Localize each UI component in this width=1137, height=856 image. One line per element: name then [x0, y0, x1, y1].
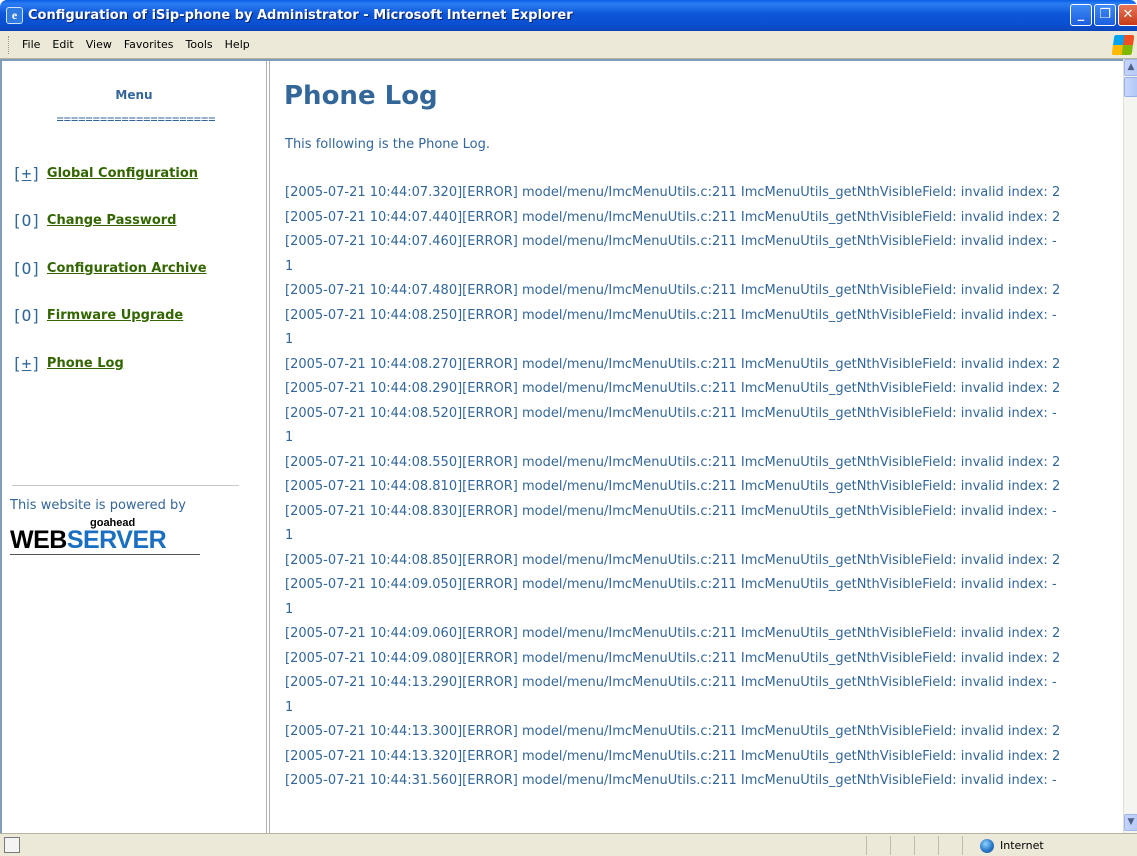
log-line: [2005-07-21 10:44:08.830][ERROR] model/m…: [285, 503, 1057, 519]
powered-by-text: This website is powered by: [10, 498, 186, 513]
expand-marker: [+]: [12, 353, 41, 373]
menu-favorites[interactable]: Favorites: [118, 38, 180, 51]
log-line: [2005-07-21 10:44:08.810][ERROR] model/m…: [285, 479, 1061, 494]
log-line: [2005-07-21 10:44:09.060][ERROR] model/m…: [285, 626, 1061, 641]
log-line: 1: [285, 430, 294, 445]
ie-page-icon: e: [6, 7, 23, 24]
log-line: [2005-07-21 10:44:07.480][ERROR] model/m…: [285, 283, 1061, 298]
globe-icon: [980, 838, 994, 853]
firmware-upgrade-link[interactable]: Firmware Upgrade: [47, 308, 183, 323]
logo-webserver-text: WEBSERVER: [10, 526, 167, 554]
log-line: [2005-07-21 10:44:31.560][ERROR] model/m…: [285, 773, 1057, 788]
log-line: [2005-07-21 10:44:13.320][ERROR] model/m…: [285, 748, 1061, 764]
page-status-icon: [4, 837, 20, 853]
sidebar-item-global-configuration[interactable]: [+] Global Configuration: [12, 161, 198, 185]
leaf-marker: [O]: [12, 258, 41, 278]
zone-label: Internet: [1000, 839, 1044, 852]
log-line: [2005-07-21 10:44:07.440][ERROR] model/m…: [285, 209, 1061, 225]
leaf-marker: [O]: [12, 210, 41, 230]
page-title: Phone Log: [284, 81, 438, 111]
log-line: [2005-07-21 10:44:08.550][ERROR] model/m…: [285, 454, 1061, 470]
status-panel: [938, 836, 962, 855]
status-panel: [890, 836, 914, 855]
windows-logo-icon: [1111, 35, 1135, 55]
leaf-marker: [O]: [12, 305, 41, 325]
sidebar: Menu ====================== [+] Global C…: [2, 61, 270, 833]
log-line: 1: [285, 601, 294, 617]
phone-log-link[interactable]: Phone Log: [47, 356, 124, 371]
window-title-bar[interactable]: e Configuration of iSip-phone by Adminis…: [0, 0, 1137, 31]
log-line: 1: [285, 528, 294, 543]
log-line: [2005-07-21 10:44:07.320][ERROR] model/m…: [285, 185, 1061, 200]
window-controls: _ ❐ ✕: [1070, 4, 1137, 26]
menu-help[interactable]: Help: [219, 38, 256, 51]
log-line: [2005-07-21 10:44:08.850][ERROR] model/m…: [285, 552, 1061, 568]
sidebar-item-configuration-archive[interactable]: [O] Configuration Archive: [12, 256, 207, 280]
sidebar-item-change-password[interactable]: [O] Change Password: [12, 208, 176, 232]
menu-edit[interactable]: Edit: [46, 38, 79, 51]
sidebar-item-firmware-upgrade[interactable]: [O] Firmware Upgrade: [12, 303, 183, 327]
goahead-webserver-logo[interactable]: goahead WEBSERVER: [10, 517, 204, 555]
intro-text: This following is the Phone Log.: [285, 137, 491, 152]
scrollbar-thumb[interactable]: [1124, 77, 1137, 97]
log-line: 1: [285, 332, 294, 347]
vertical-scrollbar[interactable]: ▲ ▼: [1123, 59, 1137, 833]
log-line: [2005-07-21 10:44:08.290][ERROR] model/m…: [285, 381, 1061, 396]
log-line: [2005-07-21 10:44:08.250][ERROR] model/m…: [285, 307, 1057, 323]
phone-log-list: [2005-07-21 10:44:07.320][ERROR] model/m…: [285, 181, 1125, 794]
close-button[interactable]: ✕: [1118, 4, 1137, 26]
menu-view[interactable]: View: [80, 38, 118, 51]
log-line: [2005-07-21 10:44:13.290][ERROR] model/m…: [285, 675, 1057, 690]
sidebar-item-phone-log[interactable]: [+] Phone Log: [12, 351, 124, 375]
log-line: [2005-07-21 10:44:08.520][ERROR] model/m…: [285, 405, 1057, 421]
scroll-down-arrow-icon[interactable]: ▼: [1124, 814, 1137, 831]
security-zone: Internet: [980, 836, 1044, 855]
sidebar-divider: [12, 485, 239, 486]
log-line: [2005-07-21 10:44:13.300][ERROR] model/m…: [285, 724, 1061, 739]
logo-underline: [10, 554, 200, 555]
log-line: [2005-07-21 10:44:07.460][ERROR] model/m…: [285, 234, 1057, 249]
maximize-button[interactable]: ❐: [1094, 4, 1116, 26]
menu-file[interactable]: File: [16, 38, 46, 51]
log-line: [2005-07-21 10:44:09.050][ERROR] model/m…: [285, 577, 1057, 592]
menu-separator: ======================: [56, 112, 216, 126]
status-bar: Internet: [0, 833, 1137, 856]
window-title: Configuration of iSip-phone by Administr…: [28, 8, 573, 23]
log-line: 1: [285, 258, 294, 274]
log-line: [2005-07-21 10:44:09.080][ERROR] model/m…: [285, 650, 1061, 666]
configuration-archive-link[interactable]: Configuration Archive: [47, 261, 207, 276]
change-password-link[interactable]: Change Password: [47, 213, 177, 228]
browser-content: Menu ====================== [+] Global C…: [0, 59, 1137, 833]
expand-marker: [+]: [12, 163, 41, 183]
status-panel: [866, 836, 890, 855]
minimize-button[interactable]: _: [1070, 4, 1092, 26]
scroll-up-arrow-icon[interactable]: ▲: [1124, 59, 1137, 76]
global-configuration-link[interactable]: Global Configuration: [47, 166, 198, 181]
menu-bar: File Edit View Favorites Tools Help: [0, 31, 1137, 59]
toolbar-grip[interactable]: [8, 35, 11, 54]
menu-tools[interactable]: Tools: [180, 38, 219, 51]
menu-title: Menu: [115, 88, 153, 102]
main-content: Phone Log This following is the Phone Lo…: [274, 61, 1125, 833]
status-panel: [914, 836, 938, 855]
log-line: [2005-07-21 10:44:08.270][ERROR] model/m…: [285, 356, 1061, 372]
log-line: 1: [285, 699, 294, 715]
